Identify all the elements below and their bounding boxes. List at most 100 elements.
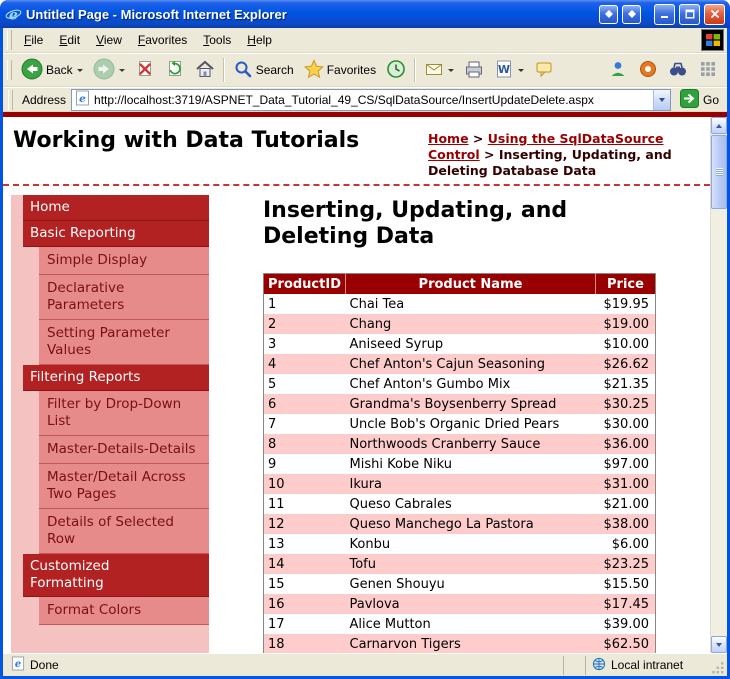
product-id-cell: 9 [264,454,346,474]
favorites-label: Favorites [327,63,376,77]
sidebar-item-declarative-parameters[interactable]: Declarative Parameters [39,275,209,320]
product-name-cell: Mishi Kobe Niku [346,454,596,474]
close-button[interactable] [704,4,725,25]
title-bar[interactable]: e Untitled Page - Microsoft Internet Exp… [0,0,730,28]
scrollbar-thumb[interactable] [711,135,727,209]
addon-orange-button[interactable] [633,56,663,84]
price-cell: $21.00 [596,494,656,514]
ie-logo-icon: e [5,6,22,23]
product-name-cell: Pavlova [346,594,596,614]
print-button[interactable] [459,56,489,84]
stop-button[interactable] [130,56,160,84]
product-id-cell: 4 [264,354,346,374]
forward-icon [93,58,115,83]
research-button[interactable] [663,56,693,84]
product-name-cell: Chang [346,314,596,334]
sidebar-item-details-of-selected-row[interactable]: Details of Selected Row [39,509,209,554]
history-button[interactable] [381,56,411,84]
product-id-cell: 10 [264,474,346,494]
table-row: 6Grandma's Boysenberry Spread$30.25 [264,394,656,414]
research-binoculars-icon [668,59,688,82]
thumb-grip-icon [716,168,723,176]
menu-bar-items: FileEditViewFavoritesToolsHelp [16,30,280,50]
window-extra-button-1[interactable] [599,5,618,24]
menu-view[interactable]: View [88,30,130,50]
address-input[interactable]: e http://localhost:3719/ASPNET_Data_Tuto… [71,89,671,111]
breadcrumb-separator: > [469,131,488,146]
edit-with-word-button[interactable]: W [489,56,529,84]
search-button[interactable]: Search [228,56,299,84]
windows-logo-icon [701,29,724,51]
sidebar-item-customized-formatting[interactable]: Customized Formatting [23,554,209,597]
svg-text:e: e [15,659,21,670]
sidebar-item-format-colors[interactable]: Format Colors [39,597,209,625]
word-document-icon: W [494,59,514,82]
table-row: 3Aniseed Syrup$10.00 [264,334,656,354]
price-cell: $26.62 [596,354,656,374]
scroll-down-button[interactable] [711,636,727,653]
toolbar-grip[interactable] [7,60,12,80]
product-name-cell: Konbu [346,534,596,554]
arrow-up-icon [716,124,722,128]
sidebar-item-filtering-reports[interactable]: Filtering Reports [23,365,209,391]
menubar-grip[interactable] [7,30,12,50]
sidebar-item-home[interactable]: Home [23,195,209,221]
messenger-icon [608,59,628,82]
content-area: Working with Data Tutorials Home > Using… [3,117,727,653]
back-button[interactable]: Back [16,56,88,84]
product-id-cell: 11 [264,494,346,514]
product-id-cell: 5 [264,374,346,394]
addressbar-grip[interactable] [8,90,13,110]
window-extra-button-2[interactable] [622,5,641,24]
messenger-button[interactable] [603,56,633,84]
resize-grip[interactable] [711,656,725,675]
sidebar-item-simple-display[interactable]: Simple Display [39,247,209,275]
maximize-button[interactable] [679,4,700,25]
sidebar-item-basic-reporting[interactable]: Basic Reporting [23,221,209,247]
home-button[interactable] [190,56,220,84]
main-content: Inserting, Updating, and Deleting Data P… [209,195,700,653]
menu-edit[interactable]: Edit [51,30,88,50]
go-button[interactable]: Go [676,89,723,111]
addon-grid-button[interactable] [693,56,723,84]
vertical-scrollbar[interactable] [710,117,727,653]
status-pane-zone: Local intranet [585,656,711,675]
price-cell: $19.95 [596,294,656,314]
product-name-cell: Chai Tea [346,294,596,314]
product-id-cell: 14 [264,554,346,574]
sidebar-item-filter-by-drop-down-list[interactable]: Filter by Drop-Down List [39,391,209,436]
menu-tools[interactable]: Tools [195,30,239,50]
address-dropdown-button[interactable] [653,90,670,110]
page-body: HomeBasic ReportingSimple DisplayDeclara… [3,186,710,653]
product-name-cell: Queso Cabrales [346,494,596,514]
scroll-up-button[interactable] [711,117,727,134]
breadcrumb-separator: > [480,147,499,162]
product-name-cell: Genen Shouyu [346,574,596,594]
refresh-button[interactable] [160,56,190,84]
forward-dropdown-caret [119,69,125,72]
product-id-cell: 16 [264,594,346,614]
product-name-cell: Northwoods Cranberry Sauce [346,434,596,454]
forward-button[interactable] [88,56,130,84]
menu-help[interactable]: Help [239,30,280,50]
favorites-button[interactable]: Favorites [299,56,381,84]
menu-favorites[interactable]: Favorites [130,30,195,50]
table-row: 13Konbu$6.00 [264,534,656,554]
product-name-cell: Chef Anton's Gumbo Mix [346,374,596,394]
sidebar-item-master-details-details[interactable]: Master-Details-Details [39,436,209,464]
sidebar-item-master-detail-across-two-pages[interactable]: Master/Detail Across Two Pages [39,464,209,509]
breadcrumb-link-home[interactable]: Home [428,131,469,146]
price-cell: $62.50 [596,634,656,653]
mail-button[interactable] [419,56,459,84]
svg-text:W: W [498,63,510,76]
price-cell: $31.00 [596,474,656,494]
product-name-cell: Queso Manchego La Pastora [346,514,596,534]
discuss-button[interactable] [529,56,559,84]
table-row: 8Northwoods Cranberry Sauce$36.00 [264,434,656,454]
minimize-button[interactable] [654,4,675,25]
edit-dropdown-caret [518,69,524,72]
table-row: 9Mishi Kobe Niku$97.00 [264,454,656,474]
menu-file[interactable]: File [16,30,51,50]
price-cell: $39.00 [596,614,656,634]
sidebar-item-setting-parameter-values[interactable]: Setting Parameter Values [39,320,209,365]
